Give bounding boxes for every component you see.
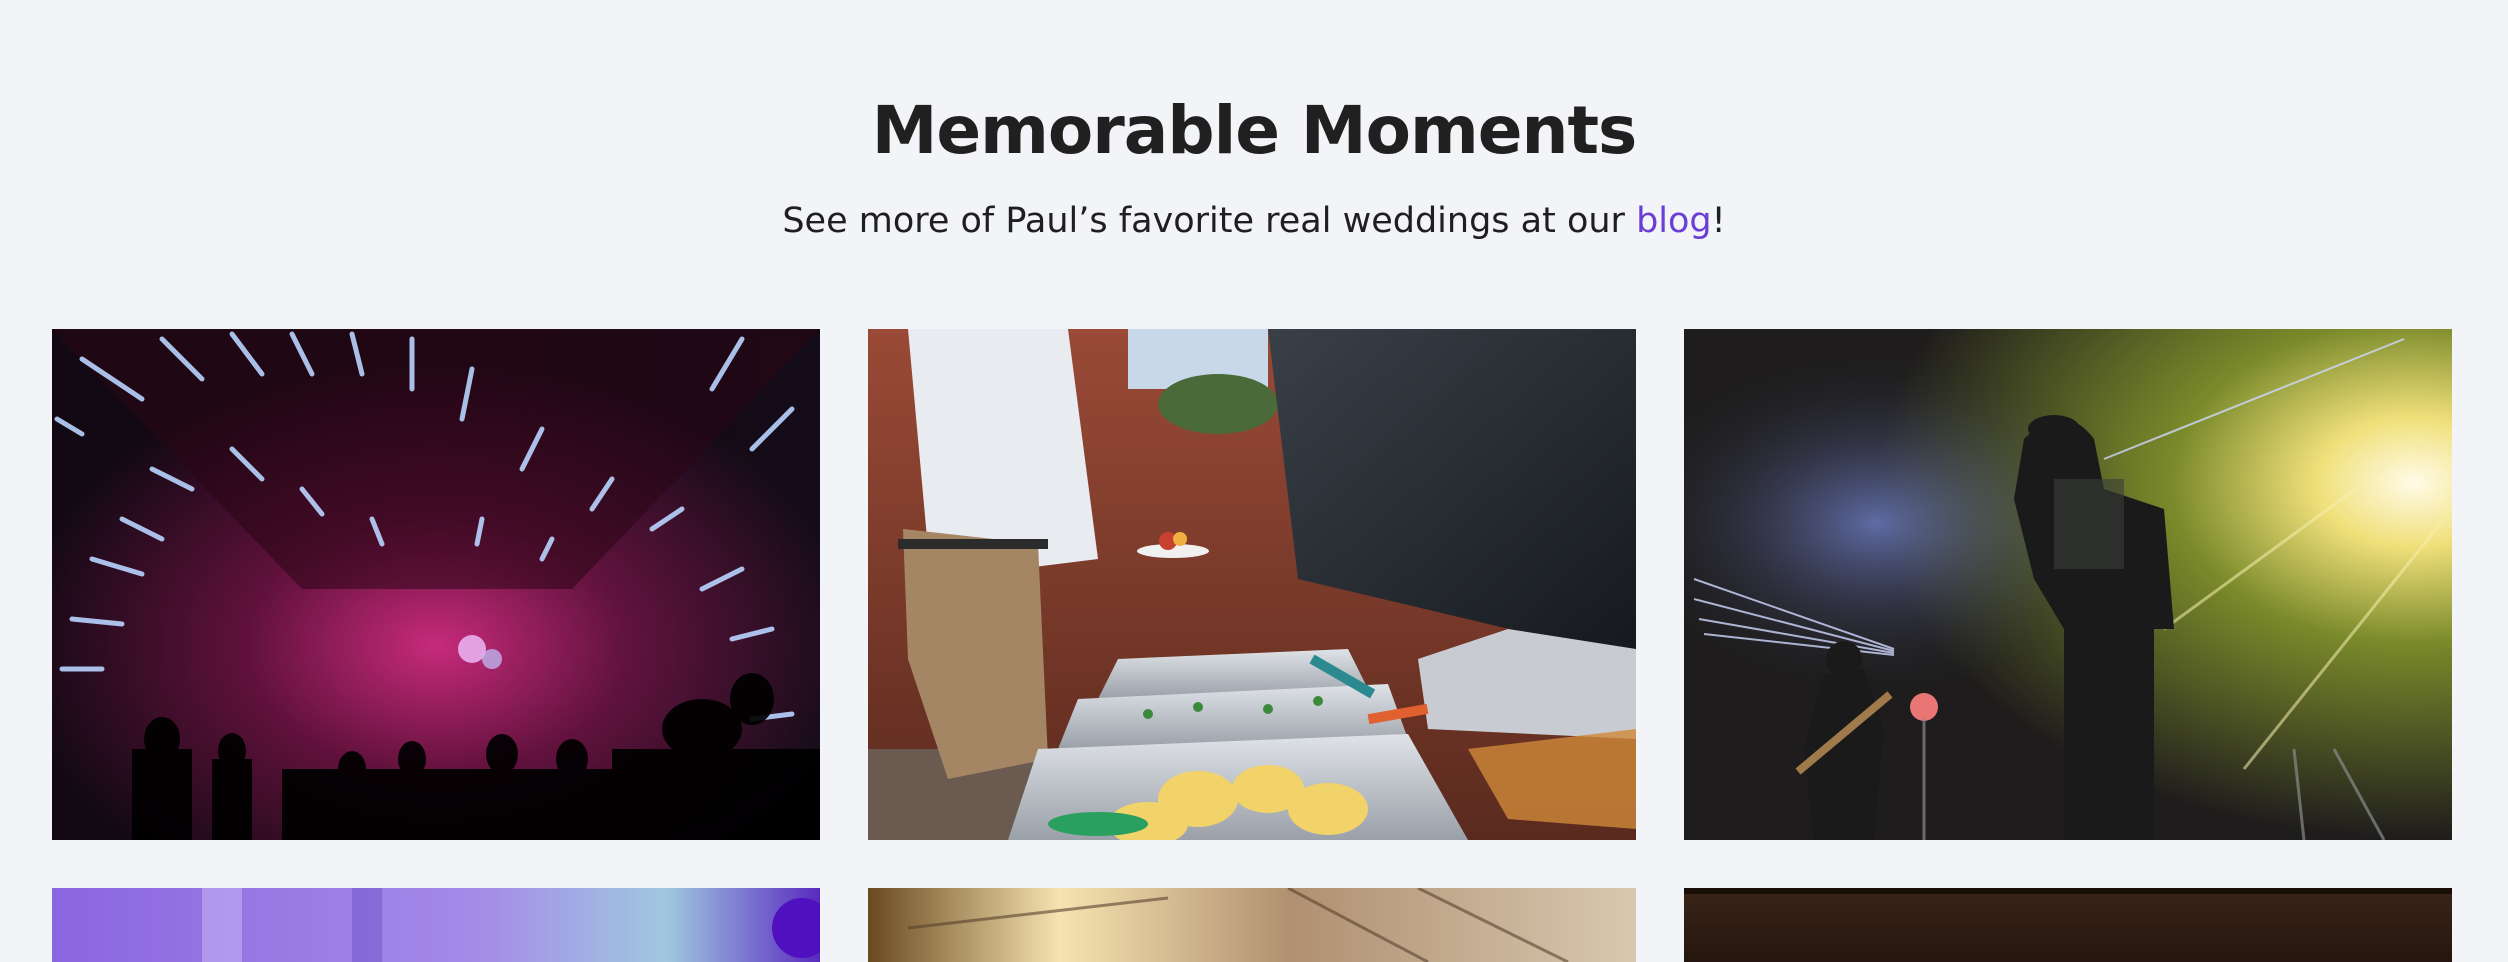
subtitle-text: See more of Paul’s favorite real wedding…	[782, 201, 1637, 241]
buffet-image	[868, 329, 1636, 840]
section-subtitle: See more of Paul’s favorite real wedding…	[0, 196, 2508, 246]
tent-ceiling-image	[868, 888, 1636, 962]
gallery-photo[interactable]	[868, 329, 1636, 840]
subtitle-end: !	[1711, 201, 1726, 241]
gallery-photo[interactable]	[1684, 329, 2452, 840]
purple-reception-image	[52, 888, 820, 962]
gallery-photo[interactable]	[52, 888, 820, 962]
blog-link[interactable]: blog	[1636, 201, 1712, 241]
dark-interior-image	[1684, 888, 2452, 962]
party-hallway-image	[52, 329, 820, 840]
gallery-photo[interactable]	[52, 329, 820, 840]
band-stage-image	[1684, 329, 2452, 840]
gallery-photo[interactable]	[1684, 888, 2452, 962]
section-title: Memorable Moments	[871, 92, 1638, 169]
gallery-photo[interactable]	[868, 888, 1636, 962]
